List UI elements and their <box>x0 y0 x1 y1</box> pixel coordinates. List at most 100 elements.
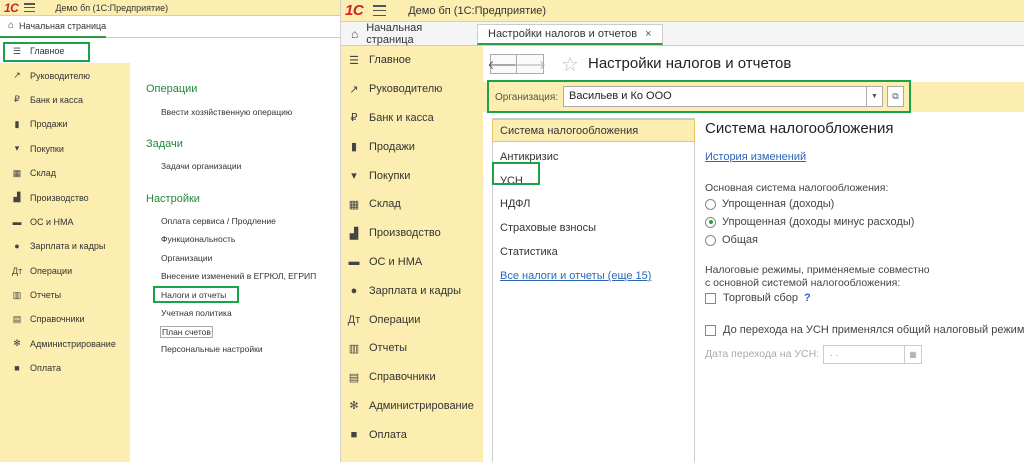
organization-field[interactable]: Васильев и Ко ООО <box>563 86 867 107</box>
radio-label: Упрощенная (доходы минус расходы) <box>722 216 915 228</box>
radio-general[interactable]: Общая <box>705 234 758 246</box>
cart-icon: ▾ <box>351 170 357 183</box>
general-before-usn-row[interactable]: До перехода на УСН применялся общий нало… <box>705 324 1024 336</box>
sidebar-item[interactable]: ✻ Администрирование <box>0 332 130 356</box>
tab-home[interactable]: ⌂ Начальная страница <box>0 16 107 38</box>
radio-button[interactable] <box>705 198 716 210</box>
list-item-insurance[interactable]: Страховые взносы <box>493 222 694 234</box>
list-item-usn[interactable]: УСН <box>493 175 694 187</box>
trend-icon: ↗ <box>13 70 21 81</box>
section-tasks-title: Задачи <box>146 138 183 150</box>
sidebar-item[interactable]: ▤ Справочники <box>0 307 130 331</box>
chevron-down-icon[interactable]: ▼ <box>867 86 883 107</box>
sidebar-item[interactable]: ☰ Главное <box>341 46 483 75</box>
sidebar-item-label: Справочники <box>30 314 85 325</box>
ruble-icon: ₽ <box>14 94 20 105</box>
list-item-statistics[interactable]: Статистика <box>493 246 694 258</box>
link-service-payment[interactable]: Оплата сервиса / Продление <box>161 216 276 226</box>
sidebar-item-label: Справочники <box>369 371 436 384</box>
tab-tax-settings[interactable]: Настройки налогов и отчетов × <box>477 24 663 45</box>
sidebar-item-label: Зарплата и кадры <box>30 241 106 252</box>
sidebar-item-label: Главное <box>369 54 412 67</box>
link-organizations[interactable]: Организации <box>161 253 212 263</box>
radio-button[interactable] <box>705 234 716 246</box>
sidebar-item[interactable]: ▤ Справочники <box>341 363 483 392</box>
menu-icon: ☰ <box>12 45 22 56</box>
sidebar-item-label: Продажи <box>369 140 415 153</box>
sidebar-item[interactable]: ↗ Руководителю <box>0 63 130 87</box>
sidebar-item-label: Операции <box>30 265 73 276</box>
truck-icon: ▬ <box>12 216 22 227</box>
all-taxes-link[interactable]: Все налоги и отчеты (еще 15) <box>493 270 694 282</box>
sidebar-item[interactable]: ● Зарплата и кадры <box>341 276 483 305</box>
link-org-tasks[interactable]: Задачи организации <box>161 161 241 171</box>
sidebar-item-label: Продажи <box>30 119 68 130</box>
link-accounting-policy[interactable]: Учетная политика <box>161 308 232 318</box>
warehouse-icon: ▦ <box>348 198 360 211</box>
tab-home-label: Начальная страница <box>366 21 423 46</box>
sidebar-item[interactable]: Дт Операции <box>0 259 130 283</box>
trade-fee-checkbox[interactable] <box>705 292 716 304</box>
general-before-usn-checkbox[interactable] <box>705 324 716 336</box>
list-item-tax-system[interactable]: Система налогообложения <box>492 119 695 142</box>
sidebar-item[interactable]: ▾ Покупки <box>0 137 130 161</box>
sidebar-item[interactable]: ▥ Отчеты <box>341 334 483 363</box>
sidebar-item[interactable]: ▾ Покупки <box>341 161 483 190</box>
link-egrul-changes[interactable]: Внесение изменений в ЕГРЮЛ, ЕГРИП <box>161 271 316 281</box>
sidebar-item[interactable]: ₽ Банк и касса <box>341 104 483 133</box>
close-icon[interactable]: × <box>645 28 651 40</box>
transition-date-field[interactable]: . . <box>823 345 905 364</box>
star-icon[interactable]: ☆ <box>561 52 579 77</box>
tab-home-label: Начальная страница <box>19 20 107 31</box>
factory-icon: ▟ <box>349 227 359 240</box>
trade-fee-label: Торговый сбор <box>723 292 798 304</box>
sidebar-item[interactable]: Дт Операции <box>341 305 483 334</box>
sidebar-item[interactable]: ↗ Руководителю <box>341 75 483 104</box>
forward-button[interactable]: 🡒 <box>514 54 546 74</box>
sidebar-item[interactable]: ✻ Администрирование <box>341 392 483 421</box>
sidebar-item-label: Администрирование <box>30 338 116 349</box>
calendar-icon[interactable]: ▦ <box>905 345 922 364</box>
sidebar-item[interactable]: ▬ ОС и НМА <box>0 210 130 234</box>
sidebar-item[interactable]: ₽ Банк и касса <box>0 88 130 112</box>
form-heading: Система налогообложения <box>705 120 894 137</box>
sidebar-item[interactable]: ▦ Склад <box>0 161 130 185</box>
list-item-ndfl[interactable]: НДФЛ <box>493 198 694 210</box>
radio-usn-income-minus-expenses[interactable]: Упрощенная (доходы минус расходы) <box>705 216 914 228</box>
radio-usn-income[interactable]: Упрощенная (доходы) <box>705 198 834 210</box>
person-icon: ● <box>14 241 20 252</box>
sidebar-item[interactable]: ▦ Склад <box>341 190 483 219</box>
help-icon[interactable]: ? <box>804 292 811 304</box>
section-settings-title: Настройки <box>146 193 200 205</box>
link-personal-settings[interactable]: Персональные настройки <box>161 344 263 354</box>
sidebar-item[interactable]: ■ Оплата <box>341 420 483 449</box>
sidebar-item[interactable]: ▬ ОС и НМА <box>341 248 483 277</box>
payment-icon: ■ <box>350 428 358 441</box>
history-link[interactable]: История изменений <box>705 151 806 163</box>
sidebar-item[interactable]: ● Зарплата и кадры <box>0 234 130 258</box>
sidebar-item[interactable]: ☰ Главное <box>0 39 130 64</box>
sidebar-item[interactable]: ▥ Отчеты <box>0 283 130 307</box>
tab-tax-settings-label: Настройки налогов и отчетов <box>488 28 638 40</box>
list-item-anticrisis[interactable]: Антикризис <box>493 151 694 163</box>
menu-icon[interactable] <box>373 5 387 16</box>
sidebar-item[interactable]: ▮ Продажи <box>341 132 483 161</box>
sidebar-item-label: Покупки <box>30 143 64 154</box>
sidebar-item-label: ОС и НМА <box>369 255 423 268</box>
link-taxes-reports[interactable]: Налоги и отчеты <box>161 290 226 300</box>
link-chart-of-accounts[interactable]: План счетов <box>160 326 213 338</box>
sidebar-item[interactable]: ▮ Продажи <box>0 112 130 136</box>
trade-fee-checkbox-row[interactable]: Торговый сбор ? <box>705 292 811 304</box>
general-before-usn-label: До перехода на УСН применялся общий нало… <box>723 324 1024 336</box>
sidebar-item[interactable]: ▟ Производство <box>341 219 483 248</box>
link-enter-operation[interactable]: Ввести хозяйственную операцию <box>161 107 292 117</box>
warehouse-icon: ▦ <box>12 167 22 178</box>
menu-icon[interactable] <box>24 3 36 12</box>
sidebar-item[interactable]: ■ Оплата <box>0 356 130 380</box>
radio-button-selected[interactable] <box>705 216 716 228</box>
sidebar-item[interactable]: ▟ Производство <box>0 185 130 209</box>
link-functionality[interactable]: Функциональность <box>161 234 235 244</box>
open-icon[interactable]: ⧉ <box>887 86 904 107</box>
reports-icon: ▥ <box>12 289 22 300</box>
tab-home[interactable]: ⌂ Начальная страница <box>341 21 477 46</box>
